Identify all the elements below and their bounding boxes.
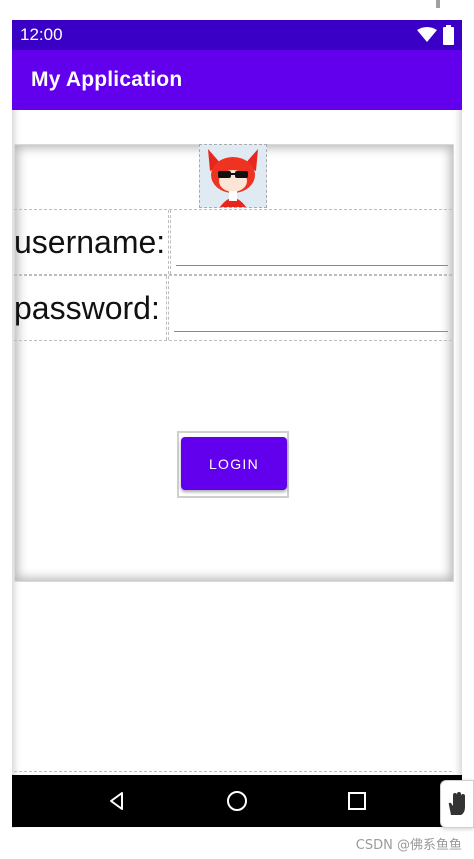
password-input[interactable] [174, 284, 448, 332]
battery-icon [443, 25, 454, 45]
status-icons [417, 25, 454, 45]
watermark: CSDN @佛系鱼鱼 [355, 838, 462, 853]
status-bar: 12:00 [12, 20, 462, 50]
status-time: 12:00 [20, 25, 63, 44]
app-bar: My Application [12, 50, 462, 110]
password-label: password: [14, 276, 167, 340]
top-edge-mark [436, 0, 440, 8]
username-cell [170, 210, 452, 274]
hand-icon[interactable] [440, 780, 474, 828]
username-input[interactable] [176, 218, 448, 266]
recents-icon[interactable] [337, 781, 377, 821]
password-cell [168, 276, 452, 340]
login-button[interactable]: LOGIN [181, 437, 287, 490]
fox-avatar-icon [199, 144, 267, 208]
username-label: username: [14, 210, 169, 274]
home-icon[interactable] [217, 781, 257, 821]
password-row: password: [14, 275, 452, 341]
wifi-icon [417, 27, 437, 43]
app-title: My Application [31, 68, 183, 91]
screenshot-frame: 12:00 My Application username: password:… [0, 0, 474, 859]
layout-divider [14, 771, 452, 772]
back-icon[interactable] [97, 781, 137, 821]
login-button-container: LOGIN [177, 431, 289, 498]
username-row: username: [14, 209, 452, 275]
navigation-bar [12, 775, 462, 827]
